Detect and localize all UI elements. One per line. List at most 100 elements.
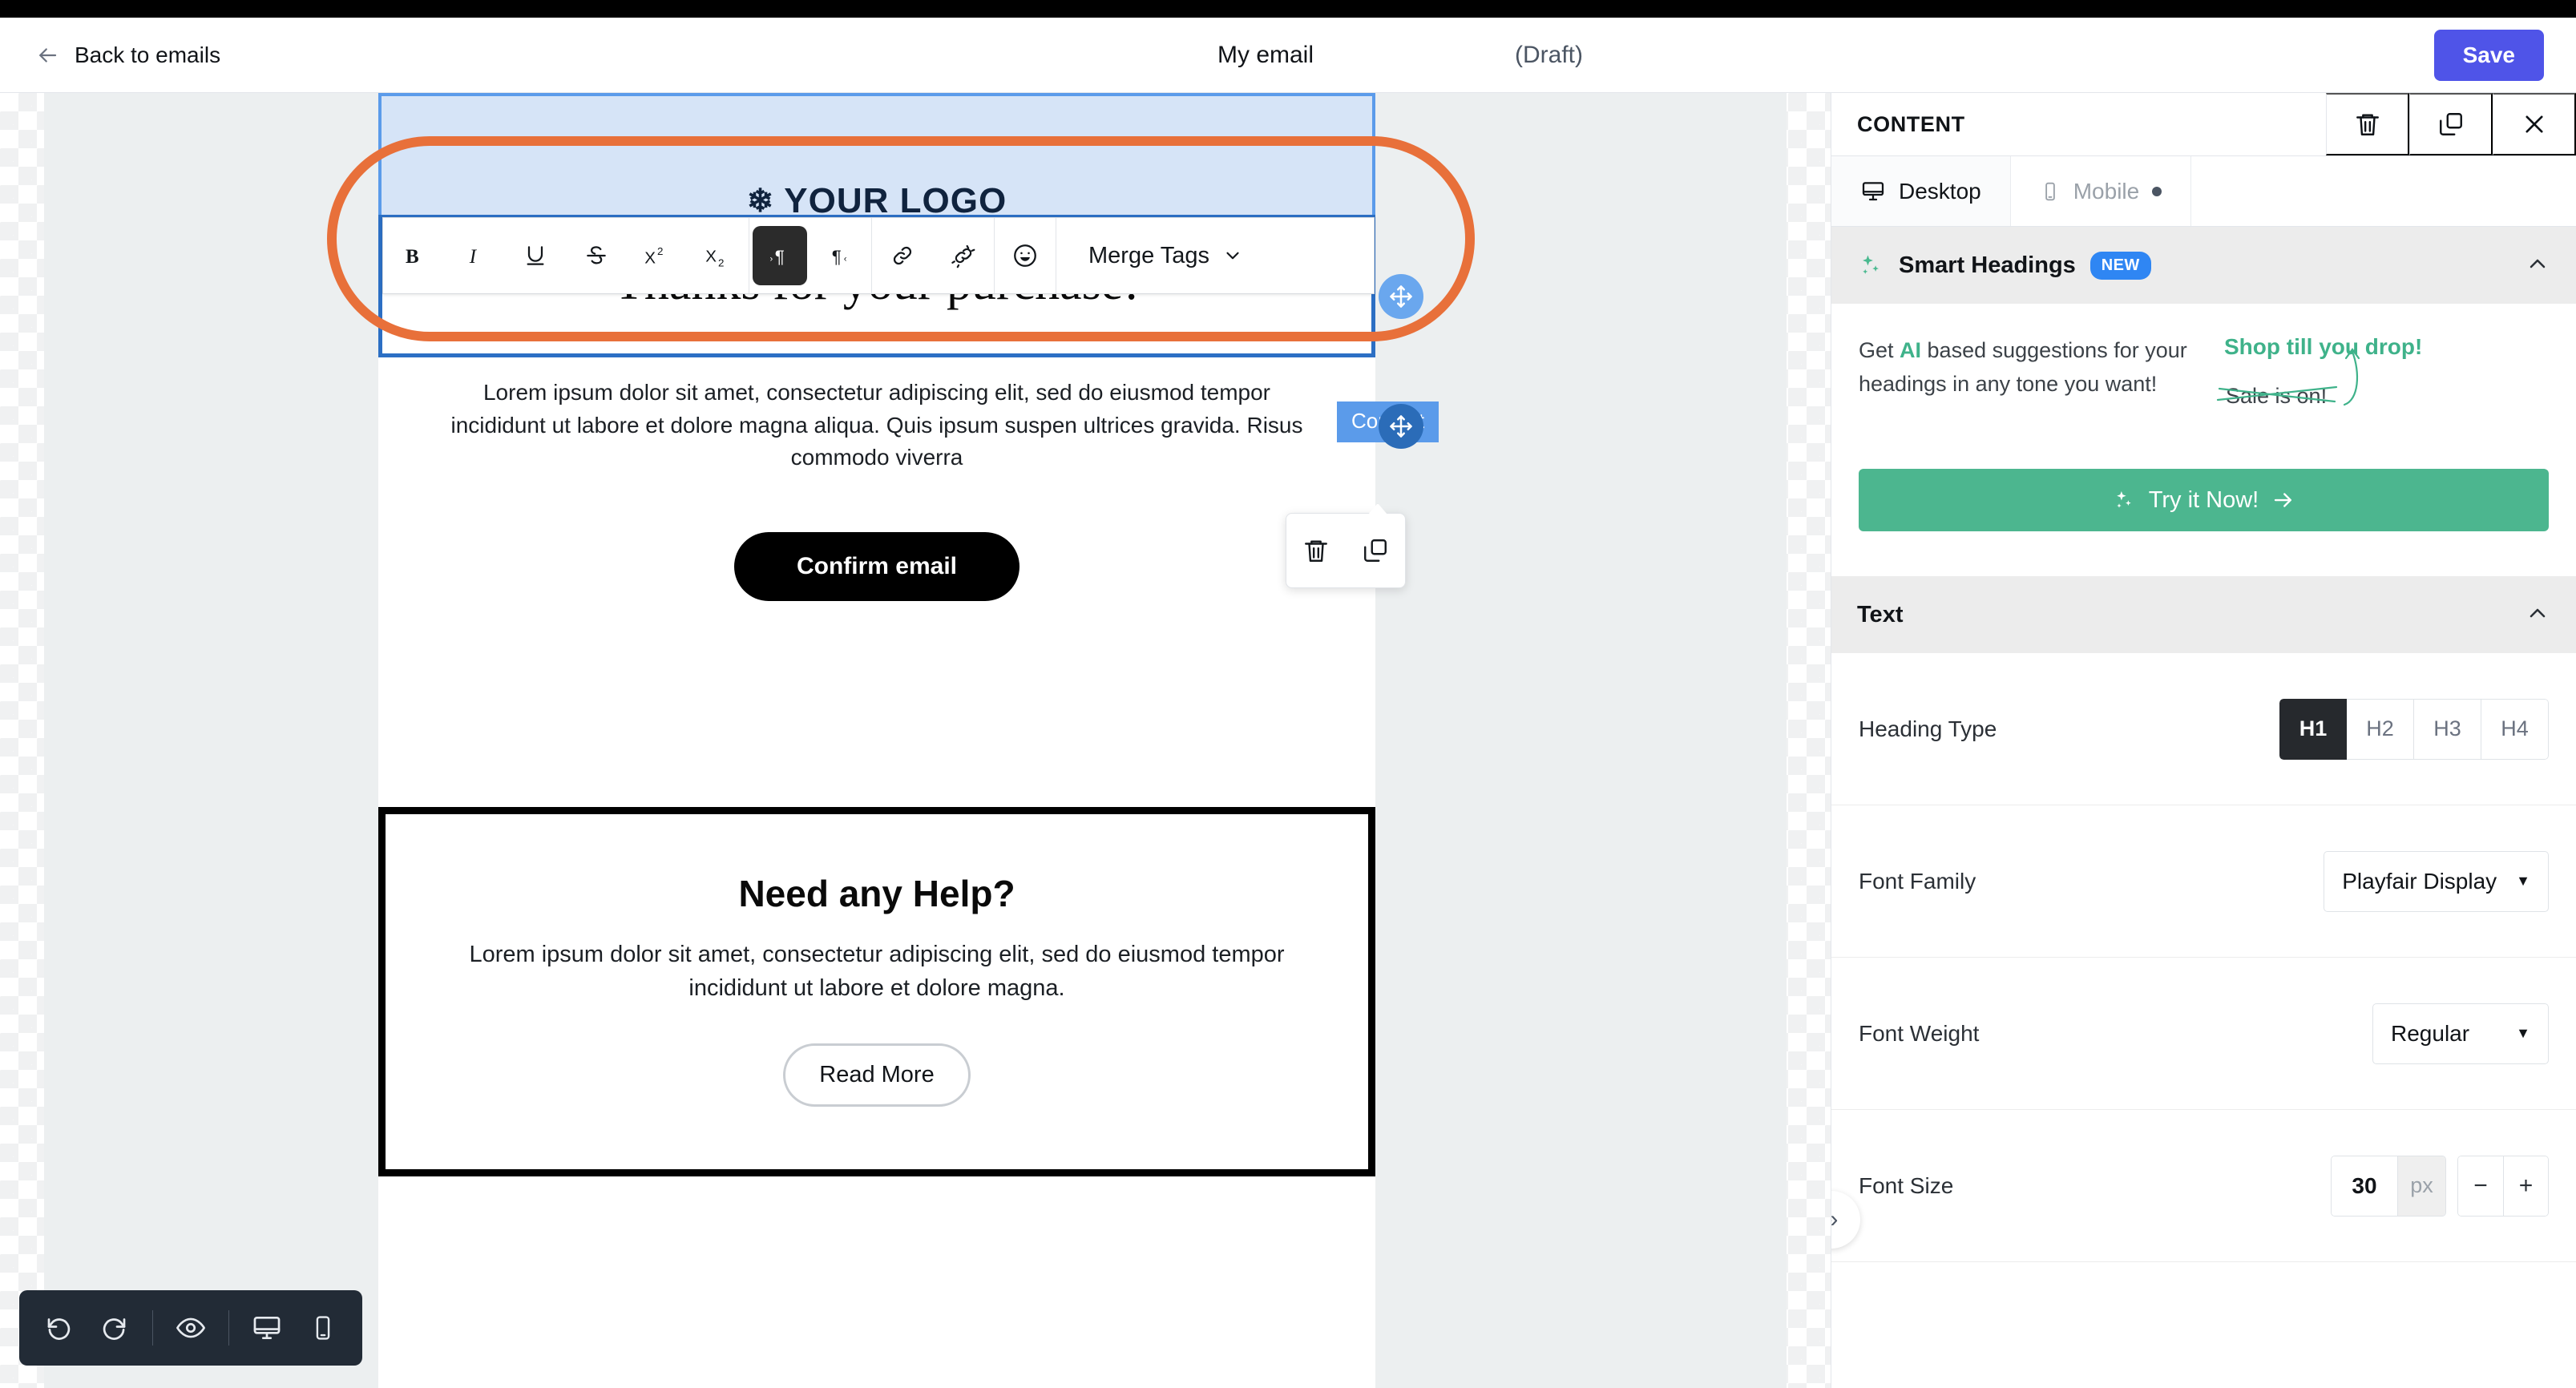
text-direction-ltr-icon[interactable]: › ¶ [753, 226, 807, 285]
delete-block-icon[interactable] [1294, 526, 1338, 575]
font-size-unit: px [2397, 1156, 2445, 1216]
toolbar-divider [228, 1310, 229, 1346]
chevron-up-icon[interactable] [2525, 600, 2550, 630]
back-to-emails-link[interactable]: Back to emails [35, 42, 220, 68]
row-font-weight: Font Weight Regular ▼ [1831, 958, 2576, 1110]
os-title-strip [0, 0, 2576, 18]
text-section-title-group: Text [1857, 602, 1903, 628]
email-logo-block[interactable]: ❄ YOUR LOGO [378, 93, 1375, 220]
panel-delete-icon[interactable] [2326, 93, 2409, 155]
link-icon[interactable] [872, 218, 933, 293]
font-family-value: Playfair Display [2342, 868, 2497, 894]
tab-desktop[interactable]: Desktop [1831, 156, 2011, 226]
font-size-stepper[interactable]: 30 px − + [2331, 1155, 2549, 1217]
rich-text-toolbar[interactable]: B I X 2 X 2 › ¶ ¶ ‹ Merge Tags [382, 217, 1375, 294]
smart-headings-title-group: Smart Headings NEW [1857, 251, 2151, 280]
row-heading-type: Heading Type H1 H2 H3 H4 [1831, 653, 2576, 805]
heading-type-h4[interactable]: H4 [2481, 698, 2549, 760]
try-it-now-button[interactable]: Try it Now! [1859, 469, 2549, 531]
font-size-decrease-button[interactable]: − [2458, 1156, 2503, 1216]
svg-text:¶: ¶ [775, 247, 785, 267]
properties-panel[interactable]: CONTENT Desktop Mobile Smart Headings NE… [1831, 93, 2576, 1388]
arrow-left-icon [39, 47, 57, 63]
svg-text:›: › [770, 255, 773, 264]
redo-icon[interactable] [87, 1300, 143, 1356]
font-weight-value: Regular [2391, 1020, 2470, 1046]
desktop-view-icon[interactable] [239, 1300, 295, 1356]
unlink-icon[interactable] [933, 218, 994, 293]
arrow-right-icon [2275, 493, 2292, 507]
font-size-increase-button[interactable]: + [2503, 1156, 2548, 1216]
duplicate-block-icon[interactable] [1353, 526, 1398, 575]
font-size-plusminus: − + [2457, 1155, 2549, 1217]
email-paragraph-block[interactable]: Lorem ipsum dolor sit amet, consectetur … [378, 357, 1375, 482]
back-to-emails-label: Back to emails [75, 42, 221, 67]
section-header-text[interactable]: Text [1831, 576, 2576, 653]
help-card-title: Need any Help? [738, 872, 1015, 914]
chevron-up-icon[interactable] [2525, 251, 2550, 280]
font-family-select[interactable]: Playfair Display ▼ [2324, 850, 2549, 912]
rte-format-group: B I X 2 X 2 [383, 218, 749, 293]
panel-close-icon[interactable] [2493, 93, 2576, 155]
editor-canvas[interactable]: ❄ YOUR LOGO Thanks for your purchase! Lo… [0, 93, 1831, 1388]
merge-tags-label: Merge Tags [1088, 242, 1209, 268]
font-family-label: Font Family [1859, 868, 1976, 894]
font-size-label: Font Size [1859, 1172, 1954, 1198]
read-more-button[interactable]: Read More [783, 1043, 971, 1108]
bold-icon[interactable]: B [383, 218, 444, 293]
smart-headings-description: Get AI based suggestions for your headin… [1859, 334, 2195, 401]
rte-link-group [872, 218, 995, 293]
strikethrough-icon[interactable] [566, 218, 627, 293]
heading-type-segmented-control[interactable]: H1 H2 H3 H4 [2279, 698, 2549, 760]
emoji-icon[interactable] [995, 218, 1056, 293]
drag-handle-logo-block[interactable] [1379, 274, 1423, 319]
email-cta-block[interactable]: Confirm email [378, 482, 1375, 601]
toolbar-divider [152, 1310, 153, 1346]
underline-icon[interactable] [505, 218, 566, 293]
text-direction-rtl-icon[interactable]: ¶ ‹ [810, 218, 871, 293]
italic-icon[interactable]: I [444, 218, 505, 293]
draft-status: (Draft) [1515, 41, 1583, 68]
app-header: Back to emails My email (Draft) Save [0, 18, 2576, 93]
preview-eye-icon[interactable] [163, 1300, 219, 1356]
font-size-input-group[interactable]: 30 px [2331, 1155, 2446, 1217]
font-weight-select[interactable]: Regular ▼ [2372, 1003, 2549, 1064]
superscript-icon[interactable]: X 2 [627, 218, 688, 293]
save-button[interactable]: Save [2433, 29, 2544, 81]
undo-icon[interactable] [30, 1300, 87, 1356]
heading-type-h1[interactable]: H1 [2279, 698, 2347, 760]
heading-type-h3[interactable]: H3 [2414, 698, 2481, 760]
strikethrough-arrow-annotation [2216, 348, 2360, 406]
chevron-down-icon: ▼ [2516, 1025, 2530, 1041]
heading-type-label: Heading Type [1859, 716, 1997, 741]
svg-text:B: B [406, 246, 419, 268]
try-it-now-label: Try it Now! [2148, 486, 2259, 513]
email-title: My email [1217, 41, 1314, 68]
panel-duplicate-icon[interactable] [2409, 93, 2493, 155]
confirm-email-button[interactable]: Confirm email [733, 531, 1020, 601]
rte-emoji-group [995, 218, 1056, 293]
svg-text:‹: ‹ [844, 255, 847, 264]
font-weight-label: Font Weight [1859, 1020, 1980, 1046]
panel-device-tabs: Desktop Mobile [1831, 156, 2576, 227]
rte-direction-group: › ¶ ¶ ‹ [749, 218, 872, 293]
merge-tags-dropdown[interactable]: Merge Tags [1056, 243, 1270, 269]
smart-copy-ai: AI [1900, 338, 1922, 362]
svg-text:2: 2 [657, 245, 663, 257]
desktop-icon [1862, 181, 1884, 200]
tab-mobile[interactable]: Mobile [2011, 156, 2192, 226]
smart-headings-body: Get AI based suggestions for your headin… [1831, 304, 2576, 467]
move-icon [1390, 285, 1412, 308]
font-size-value[interactable]: 30 [2332, 1156, 2397, 1216]
section-header-smart-headings[interactable]: Smart Headings NEW [1831, 227, 2576, 304]
element-actions-popup[interactable] [1286, 513, 1406, 588]
sparkles-icon [2116, 491, 2131, 508]
email-help-card[interactable]: Need any Help? Lorem ipsum dolor sit ame… [378, 806, 1375, 1177]
smart-headings-illustration: Shop till you drop! Sale is on! [2215, 334, 2527, 438]
heading-type-h2[interactable]: H2 [2347, 698, 2414, 760]
svg-text:2: 2 [718, 256, 724, 268]
drag-handle-heading-block[interactable] [1379, 404, 1423, 449]
editor-bottom-toolbar[interactable] [19, 1290, 362, 1366]
subscript-icon[interactable]: X 2 [688, 218, 749, 293]
mobile-view-icon[interactable] [295, 1300, 351, 1356]
